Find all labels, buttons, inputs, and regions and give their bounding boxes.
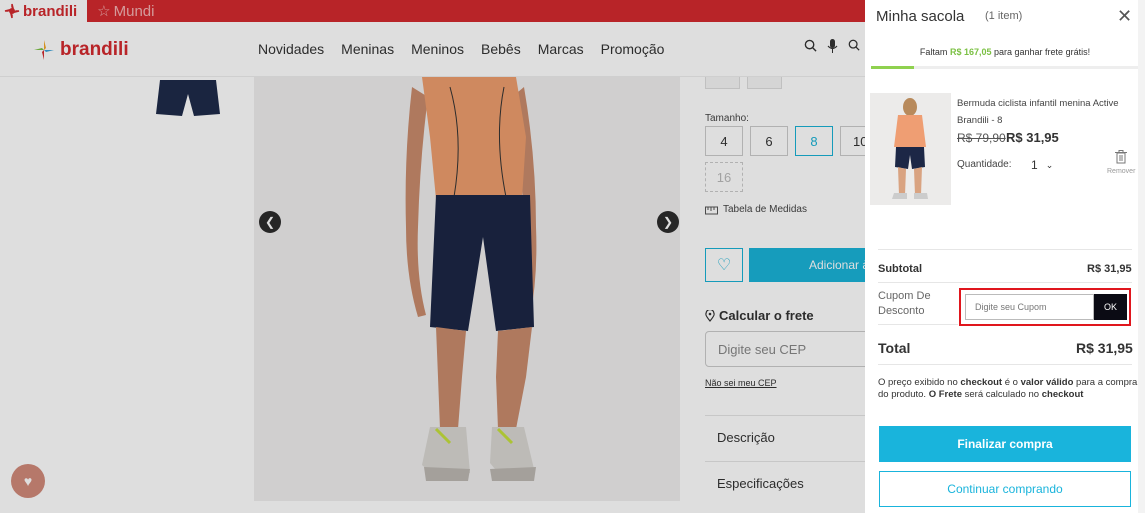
quantity-select[interactable]: 1 ⌄	[1021, 154, 1061, 176]
coupon-input[interactable]: Digite seu Cupom	[965, 294, 1094, 320]
chevron-down-icon: ⌄	[1045, 159, 1054, 170]
note-bold-2: valor válido	[1020, 377, 1074, 388]
cart-item-old-price: R$ 79,90	[957, 131, 1006, 145]
cart-drawer: Minha sacola (1 item) ✕ Faltam R$ 167,05…	[865, 0, 1145, 513]
total-value: R$ 31,95	[1076, 340, 1133, 356]
note-text-4: será calculado no	[961, 389, 1042, 400]
note-bold-1: checkout	[960, 377, 1003, 388]
trash-icon[interactable]	[1115, 150, 1127, 167]
free-shipping-progress	[871, 66, 1139, 69]
cart-item-photo	[870, 93, 951, 205]
cart-title: Minha sacola	[876, 8, 965, 25]
coupon-highlight: Digite seu Cupom OK	[959, 288, 1131, 326]
cart-item-name[interactable]: Bermuda ciclista infantil menina Active …	[957, 95, 1137, 129]
free-shipping-message: Faltam R$ 167,05 para ganhar frete gráti…	[865, 47, 1145, 57]
checkout-note: O preço exibido no checkout é o valor vá…	[878, 377, 1138, 401]
continue-shopping-button[interactable]: Continuar comprando	[879, 471, 1131, 507]
total-label: Total	[878, 340, 911, 356]
quantity-label: Quantidade:	[957, 159, 1012, 170]
modal-backdrop[interactable]	[0, 0, 865, 513]
free-shipping-suffix: para ganhar frete grátis!	[994, 47, 1091, 57]
cart-item-image[interactable]	[870, 93, 951, 205]
quantity-value: 1	[1031, 158, 1038, 172]
free-shipping-prefix: Faltam	[919, 47, 948, 57]
note-text-2: é o	[1002, 377, 1021, 388]
cart-item-price: R$ 31,95	[1006, 130, 1059, 145]
coupon-label: Cupom De Desconto	[878, 290, 931, 317]
subtotal-label: Subtotal	[878, 263, 922, 275]
divider	[878, 364, 1132, 365]
remove-item-link[interactable]: Remover	[1107, 168, 1135, 175]
divider	[878, 324, 958, 325]
free-shipping-progress-fill	[871, 66, 914, 69]
coupon-apply-button[interactable]: OK	[1094, 294, 1127, 320]
divider	[878, 249, 1132, 250]
subtotal-value: R$ 31,95	[1087, 263, 1132, 275]
checkout-button[interactable]: Finalizar compra	[879, 426, 1131, 462]
note-text-1: O preço exibido no	[878, 377, 961, 388]
page-scrollbar[interactable]	[1138, 0, 1145, 513]
note-bold-3: O Frete	[928, 389, 962, 400]
divider	[878, 282, 1132, 283]
free-shipping-amount: R$ 167,05	[949, 47, 992, 57]
cart-item-count: (1 item)	[985, 10, 1023, 22]
note-bold-4: checkout	[1041, 389, 1084, 400]
close-icon[interactable]: ✕	[1117, 6, 1132, 27]
